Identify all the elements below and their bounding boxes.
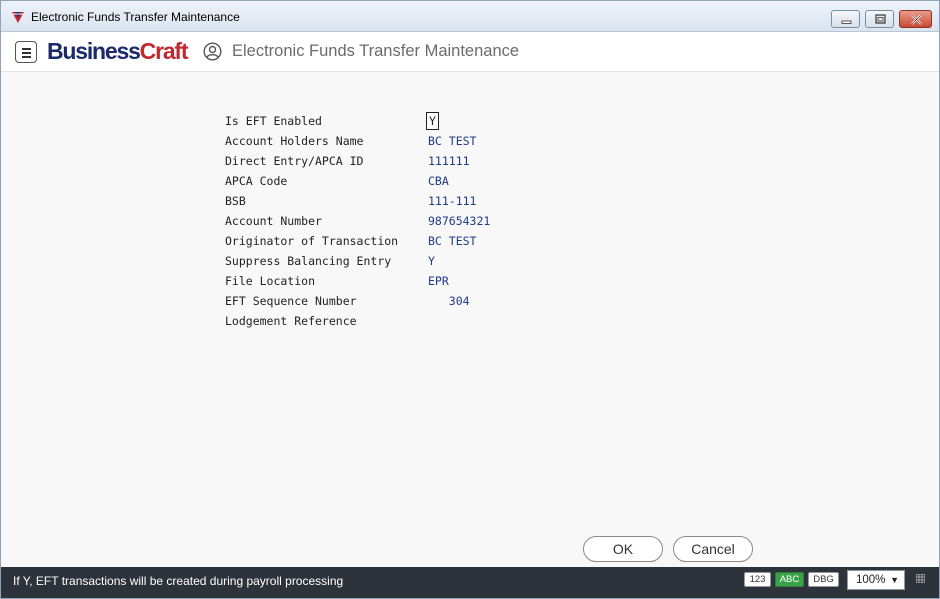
originator-field[interactable]: BC TEST — [428, 234, 476, 248]
form-row-originator: Originator of Transaction BC TEST — [1, 232, 939, 252]
num-lock-indicator[interactable]: 123 — [744, 572, 771, 587]
account-number-field[interactable]: 987654321 — [428, 214, 490, 228]
form-row-eft-enabled: Is EFT Enabled Y — [1, 112, 939, 132]
form-row-bsb: BSB 111-111 — [1, 192, 939, 212]
form-row-suppress-balancing: Suppress Balancing Entry Y — [1, 252, 939, 272]
form-row-file-location: File Location EPR — [1, 272, 939, 292]
form-row-lodgement-reference: Lodgement Reference — [1, 312, 939, 332]
file-location-field[interactable]: EPR — [428, 274, 449, 288]
page-title: Electronic Funds Transfer Maintenance — [232, 42, 520, 60]
account-holders-name-field[interactable]: BC TEST — [428, 134, 476, 148]
title-bar[interactable]: Electronic Funds Transfer Maintenance — [1, 1, 939, 32]
eft-enabled-input[interactable]: Y — [426, 112, 439, 130]
field-label: Is EFT Enabled — [225, 114, 322, 128]
window-title: Electronic Funds Transfer Maintenance — [31, 10, 240, 24]
field-label: APCA Code — [225, 174, 288, 188]
app-header: BusinessCraft Electronic Funds Transfer … — [1, 32, 939, 72]
caps-indicator[interactable]: ABC — [775, 572, 804, 587]
cancel-button[interactable]: Cancel — [673, 536, 753, 562]
close-button[interactable] — [899, 10, 932, 28]
maximize-button[interactable] — [865, 10, 894, 28]
zoom-select[interactable]: 100% ▼ — [847, 570, 905, 590]
field-label: Lodgement Reference — [225, 314, 357, 328]
bsb-field[interactable]: 111-111 — [428, 194, 476, 208]
status-bar: If Y, EFT transactions will be created d… — [1, 567, 939, 598]
form-row-account-number: Account Number 987654321 — [1, 212, 939, 232]
maximize-icon — [875, 14, 886, 24]
user-profile-icon[interactable] — [203, 42, 222, 61]
status-message: If Y, EFT transactions will be created d… — [13, 574, 344, 588]
minimize-icon — [841, 20, 852, 24]
field-label: Direct Entry/APCA ID — [225, 154, 364, 168]
grid-icon[interactable] — [916, 574, 925, 583]
form-row-eft-sequence: EFT Sequence Number 304 — [1, 292, 939, 312]
ok-button[interactable]: OK — [583, 536, 663, 562]
debug-indicator[interactable]: DBG — [808, 572, 839, 587]
eft-form: Is EFT Enabled Y Account Holders Name BC… — [1, 72, 939, 567]
businesscraft-app-icon — [12, 12, 24, 23]
field-label: Suppress Balancing Entry — [225, 254, 392, 268]
menu-button[interactable] — [15, 41, 37, 63]
field-label: Originator of Transaction — [225, 234, 399, 248]
apca-code-field[interactable]: CBA — [428, 174, 449, 188]
businesscraft-logo: BusinessCraft — [47, 38, 189, 64]
form-row-apca-id: Direct Entry/APCA ID 111111 — [1, 152, 939, 172]
app-window: Electronic Funds Transfer Maintenance Bu… — [0, 0, 940, 599]
field-label: Account Number — [225, 214, 322, 228]
hamburger-menu-icon — [22, 48, 31, 50]
field-label: EFT Sequence Number — [225, 294, 357, 308]
zoom-value: 100% — [856, 574, 886, 586]
apca-id-field[interactable]: 111111 — [428, 154, 470, 168]
suppress-balancing-field[interactable]: Y — [428, 254, 435, 268]
form-row-apca-code: APCA Code CBA — [1, 172, 939, 192]
form-row-account-holders-name: Account Holders Name BC TEST — [1, 132, 939, 152]
field-label: BSB — [225, 194, 246, 208]
minimize-button[interactable] — [831, 10, 860, 28]
eft-sequence-number-field[interactable]: 304 — [428, 294, 470, 308]
close-icon — [911, 14, 922, 25]
field-label: File Location — [225, 274, 316, 288]
field-label: Account Holders Name — [225, 134, 364, 148]
chevron-down-icon: ▼ — [890, 575, 899, 585]
